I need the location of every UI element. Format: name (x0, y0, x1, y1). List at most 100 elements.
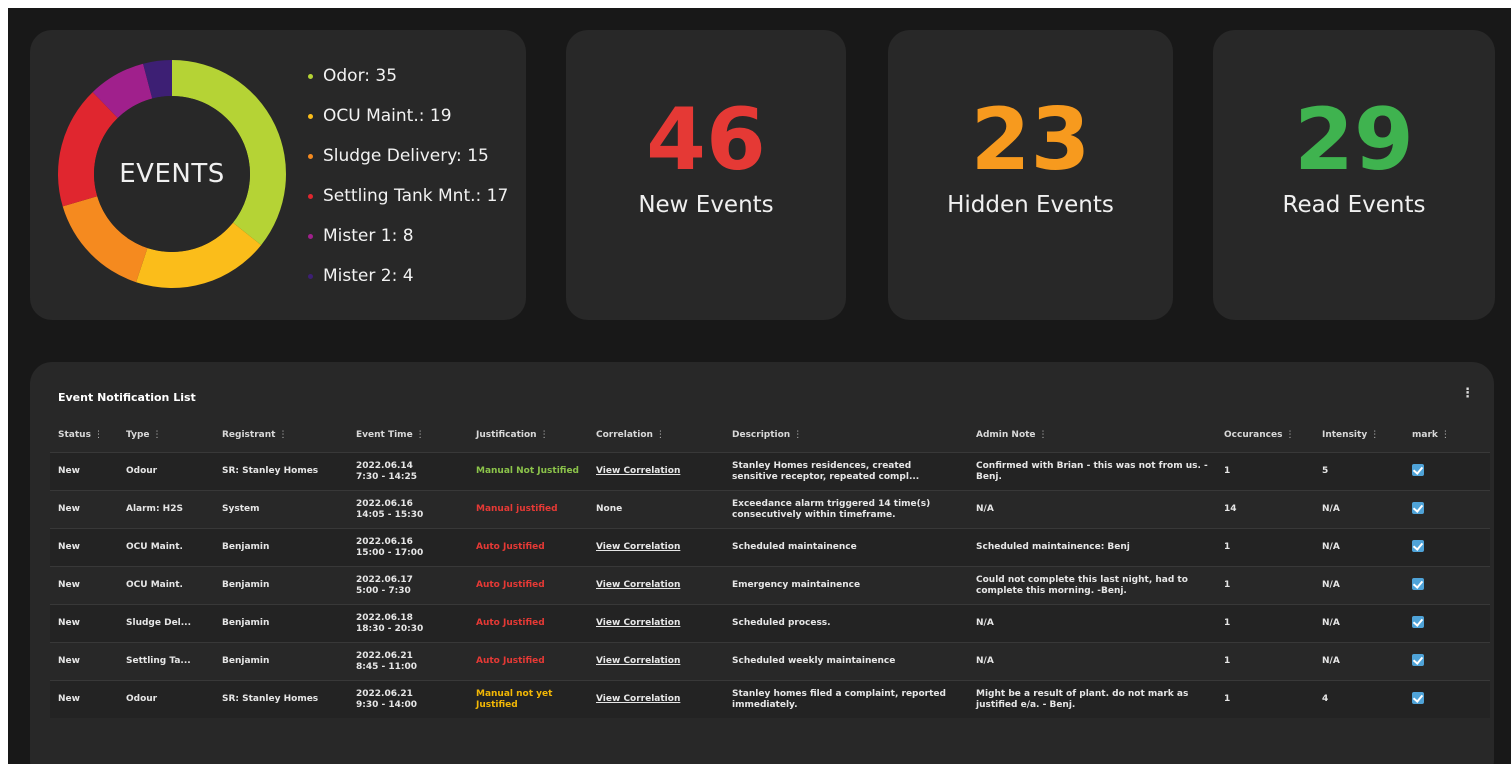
column-header-label: Event Time (356, 430, 413, 440)
events-donut-chart: EVENTS (54, 56, 290, 292)
legend-dot-icon (308, 193, 313, 199)
column-menu-icon[interactable]: ⋮ (656, 430, 665, 440)
column-header[interactable]: Justification ⋮ (468, 418, 588, 453)
column-menu-icon[interactable]: ⋮ (416, 430, 425, 440)
intensity-cell: N/A (1322, 618, 1340, 628)
mark-checkbox[interactable] (1412, 539, 1424, 552)
hidden-events-label: Hidden Events (947, 192, 1114, 218)
view-correlation-link[interactable]: View Correlation (596, 466, 680, 476)
column-header[interactable]: Admin Note ⋮ (968, 418, 1216, 453)
table-row[interactable]: New Settling Ta... Benjamin 2022.06.21 8:45 … (50, 642, 1490, 681)
occurances-cell: 1 (1224, 542, 1231, 552)
occurances-cell: 1 (1224, 694, 1231, 704)
legend-dot-icon (308, 73, 313, 79)
description-cell: Scheduled weekly maintainence (732, 656, 896, 666)
events-donut-card: EVENTS Odor: 35 OCU Maint.: 19 Sludge Deli… (30, 30, 526, 320)
legend-label: Mister 2: 4 (323, 266, 414, 286)
event-time-range: 8:45 - 11:00 (356, 661, 418, 672)
column-header[interactable]: Type ⋮ (118, 418, 214, 453)
column-menu-icon[interactable]: ⋮ (278, 430, 287, 440)
column-header[interactable]: Occurances ⋮ (1216, 418, 1314, 453)
column-header[interactable]: Correlation ⋮ (588, 418, 724, 453)
event-time-range: 9:30 - 14:00 (356, 699, 418, 710)
legend-item: Settling Tank Mnt.: 17 (308, 176, 508, 216)
mark-checkbox[interactable] (1412, 615, 1424, 628)
event-time-range: 15:00 - 17:00 (356, 547, 424, 558)
description-cell: Scheduled process. (732, 618, 831, 628)
view-correlation-link[interactable]: View Correlation (596, 694, 680, 704)
event-time-range: 7:30 - 14:25 (356, 471, 418, 482)
column-header-label: Status (58, 430, 91, 440)
justification-cell: Auto Justified (476, 580, 545, 590)
view-correlation-link[interactable]: View Correlation (596, 580, 680, 590)
column-menu-icon[interactable]: ⋮ (1370, 430, 1379, 440)
mark-checkbox[interactable] (1412, 691, 1424, 704)
read-events-label: Read Events (1282, 192, 1426, 218)
registrant-cell: SR: Stanley Homes (222, 466, 319, 476)
admin-note-cell: N/A (976, 656, 994, 666)
column-menu-icon[interactable]: ⋮ (152, 430, 161, 440)
table-row[interactable]: New OCU Maint. Benjamin 2022.06.16 15:00 - 1… (50, 528, 1490, 567)
admin-note-cell: N/A (976, 504, 994, 514)
table-row[interactable]: New Odour SR: Stanley Homes 2022.06.14 7:30 … (50, 452, 1490, 491)
column-header[interactable]: mark ⋮ (1404, 418, 1490, 453)
status-cell: New (58, 656, 80, 666)
column-menu-icon[interactable]: ⋮ (793, 430, 802, 440)
admin-note-cell: Scheduled maintainence: Benj (976, 542, 1130, 552)
event-time-range: 5:00 - 7:30 (356, 585, 411, 596)
mark-checkbox[interactable] (1412, 501, 1424, 514)
table-body: New Odour SR: Stanley Homes 2022.06.14 7:30 … (50, 452, 1490, 718)
mark-checkbox[interactable] (1412, 577, 1424, 590)
mark-checkbox[interactable] (1412, 463, 1424, 476)
column-header[interactable]: Registrant ⋮ (214, 418, 348, 453)
mark-checkbox[interactable] (1412, 653, 1424, 666)
event-notification-card: Event Notification List ⋮ Status ⋮ Type ⋮ Re… (30, 362, 1494, 764)
new-events-card[interactable]: 46 New Events (566, 30, 846, 320)
column-menu-icon[interactable]: ⋮ (1039, 430, 1048, 440)
column-menu-icon[interactable]: ⋮ (540, 430, 549, 440)
event-time-date: 2022.06.16 (356, 498, 413, 509)
status-cell: New (58, 694, 80, 704)
column-header[interactable]: Status ⋮ (50, 418, 118, 453)
registrant-cell: Benjamin (222, 656, 270, 666)
column-header-label: Description (732, 430, 791, 440)
new-events-count: 46 (646, 90, 766, 190)
table-row[interactable]: New OCU Maint. Benjamin 2022.06.17 5:00 - 7:… (50, 566, 1490, 605)
status-cell: New (58, 466, 80, 476)
occurances-cell: 1 (1224, 580, 1231, 590)
event-time-range: 14:05 - 15:30 (356, 509, 424, 520)
table-row[interactable]: New Alarm: H2S System 2022.06.16 14:05 - 15:… (50, 490, 1490, 529)
legend-item: Mister 1: 8 (308, 216, 508, 256)
column-menu-icon[interactable]: ⋮ (1441, 430, 1450, 440)
column-menu-icon[interactable]: ⋮ (1285, 430, 1294, 440)
column-header[interactable]: Event Time ⋮ (348, 418, 468, 453)
read-events-count: 29 (1294, 90, 1414, 190)
event-time-date: 2022.06.14 (356, 460, 413, 471)
legend-label: Sludge Delivery: 15 (323, 146, 489, 166)
legend-item: OCU Maint.: 19 (308, 96, 508, 136)
legend-item: Odor: 35 (308, 56, 508, 96)
view-correlation-link[interactable]: View Correlation (596, 656, 680, 666)
description-cell: Stanley Homes residences, created sensit… (732, 460, 920, 482)
table-row[interactable]: New Odour SR: Stanley Homes 2022.06.21 9:30 … (50, 680, 1490, 718)
intensity-cell: 5 (1322, 466, 1329, 476)
column-header[interactable]: Intensity ⋮ (1314, 418, 1404, 453)
donut-legend: Odor: 35 OCU Maint.: 19 Sludge Delivery: 1… (308, 56, 508, 296)
event-time-date: 2022.06.16 (356, 536, 413, 547)
hidden-events-count: 23 (970, 90, 1091, 190)
more-options-icon[interactable]: ⋮ (1461, 386, 1474, 401)
legend-dot-icon (308, 273, 313, 279)
description-cell: Stanley homes filed a complaint, reporte… (732, 688, 946, 710)
view-correlation-link[interactable]: View Correlation (596, 542, 680, 552)
column-header[interactable]: Description ⋮ (724, 418, 968, 453)
justification-cell: Manual justified (476, 504, 558, 514)
table-row[interactable]: New Sludge Del... Benjamin 2022.06.18 18:30 … (50, 604, 1490, 643)
view-correlation-link[interactable]: View Correlation (596, 618, 680, 628)
donut-svg (58, 60, 286, 288)
hidden-events-card[interactable]: 23 Hidden Events (888, 30, 1173, 320)
column-menu-icon[interactable]: ⋮ (94, 430, 103, 440)
read-events-card[interactable]: 29 Read Events (1213, 30, 1495, 320)
occurances-cell: 1 (1224, 466, 1231, 476)
event-time-date: 2022.06.18 (356, 612, 413, 623)
status-cell: New (58, 580, 80, 590)
